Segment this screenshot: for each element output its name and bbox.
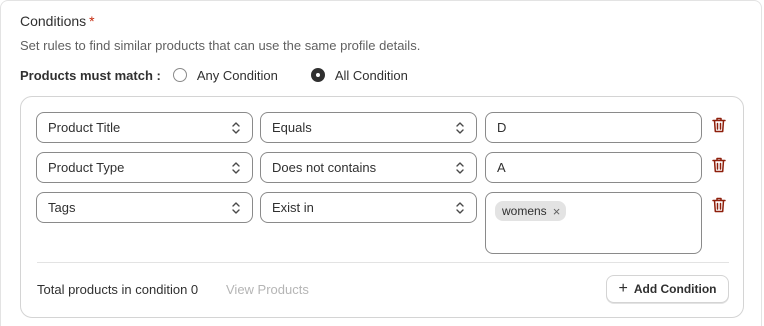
section-description: Set rules to find similar products that …	[20, 38, 421, 53]
condition-value-input[interactable]: D	[485, 112, 702, 143]
trash-icon[interactable]	[712, 197, 726, 213]
conditions-card: Conditions * Set rules to find similar pr…	[0, 0, 762, 326]
radio-label: All Condition	[334, 67, 408, 83]
radio-any-condition[interactable]: Any Condition	[172, 67, 278, 83]
condition-value-input[interactable]: A	[485, 152, 702, 183]
input-value: D	[497, 120, 507, 135]
match-label: Products must match :	[20, 67, 161, 83]
chevron-up-down-icon	[456, 162, 464, 174]
chevron-up-down-icon	[232, 122, 240, 134]
radio-label: Any Condition	[196, 67, 278, 83]
chevron-up-down-icon	[456, 122, 464, 134]
input-value: A	[497, 160, 506, 175]
condition-operator-select[interactable]: Does not contains	[260, 152, 477, 183]
tag-label: womens	[502, 204, 547, 218]
select-value: Equals	[272, 120, 312, 135]
chevron-up-down-icon	[232, 202, 240, 214]
divider	[37, 262, 729, 263]
select-value: Does not contains	[272, 160, 377, 175]
remove-tag-icon[interactable]: ×	[553, 205, 561, 218]
chevron-up-down-icon	[232, 162, 240, 174]
total-products-count: Total products in condition 0	[37, 282, 199, 297]
condition-field-select[interactable]: Tags	[36, 192, 253, 223]
select-value: Product Title	[48, 120, 121, 135]
add-condition-button[interactable]: + Add Condition	[606, 275, 729, 303]
radio-checked-icon[interactable]	[310, 68, 325, 82]
match-selector: Products must match : Any Condition All …	[20, 65, 441, 85]
select-value: Product Type	[48, 160, 125, 175]
condition-operator-select[interactable]: Exist in	[260, 192, 477, 223]
plus-icon: +	[618, 280, 628, 297]
radio-all-condition[interactable]: All Condition	[310, 67, 408, 83]
tag-chip: womens ×	[495, 201, 567, 221]
select-value: Tags	[48, 200, 76, 215]
condition-field-select[interactable]: Product Type	[36, 152, 253, 183]
chevron-up-down-icon	[456, 202, 464, 214]
section-title-text: Conditions	[20, 13, 87, 29]
radio-unchecked-icon[interactable]	[172, 68, 187, 82]
add-condition-label: Add Condition	[633, 282, 717, 296]
select-value: Exist in	[272, 200, 314, 215]
tags-input[interactable]: womens ×	[485, 192, 702, 254]
trash-icon[interactable]	[712, 117, 726, 133]
conditions-panel: Product Title Equals D Product Type Does…	[20, 96, 744, 318]
required-mark: *	[89, 13, 95, 29]
condition-field-select[interactable]: Product Title	[36, 112, 253, 143]
section-title: Conditions *	[20, 13, 95, 29]
view-products-link[interactable]: View Products	[226, 282, 309, 297]
trash-icon[interactable]	[712, 157, 726, 173]
condition-operator-select[interactable]: Equals	[260, 112, 477, 143]
